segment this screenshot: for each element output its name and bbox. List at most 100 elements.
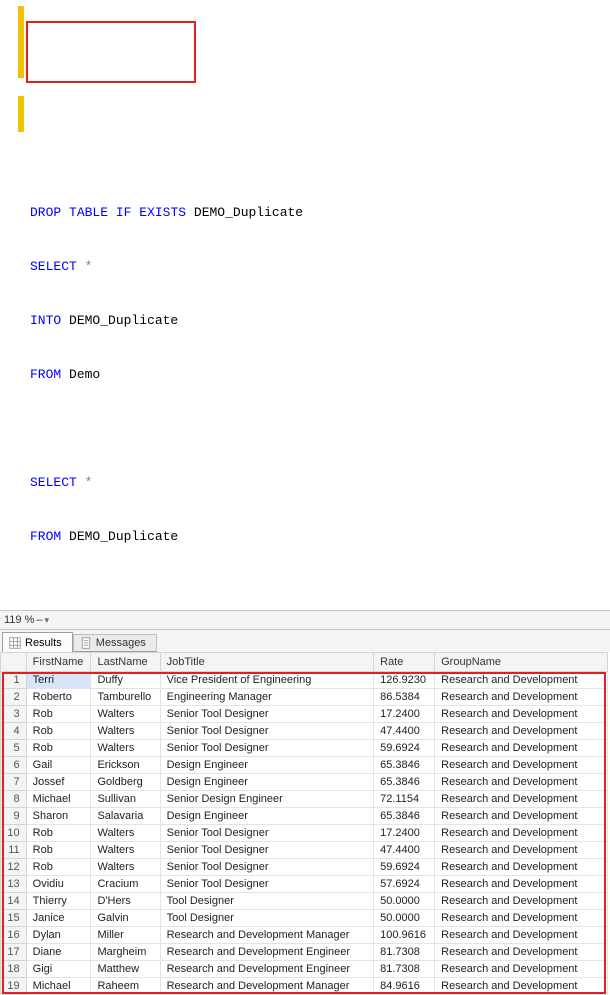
row-number[interactable]: 16 (1, 927, 27, 944)
table-row[interactable]: 14ThierryD'HersTool Designer50.0000Resea… (1, 893, 608, 910)
sql-line-5[interactable] (30, 420, 600, 438)
cell-firstname[interactable]: Gail (26, 757, 91, 774)
cell-lastname[interactable]: Sullivan (91, 791, 160, 808)
cell-firstname[interactable]: Rob (26, 859, 91, 876)
cell-groupname[interactable]: Research and Development (435, 740, 608, 757)
row-number[interactable]: 11 (1, 842, 27, 859)
cell-groupname[interactable]: Research and Development (435, 757, 608, 774)
cell-firstname[interactable]: Jossef (26, 774, 91, 791)
row-number[interactable]: 2 (1, 689, 27, 706)
row-number[interactable]: 6 (1, 757, 27, 774)
cell-rate[interactable]: 81.7308 (374, 961, 435, 978)
cell-jobtitle[interactable]: Vice President of Engineering (160, 672, 374, 689)
cell-groupname[interactable]: Research and Development (435, 808, 608, 825)
cell-firstname[interactable]: Ovidiu (26, 876, 91, 893)
cell-jobtitle[interactable]: Research and Development Engineer (160, 944, 374, 961)
sql-line-2[interactable]: SELECT * (30, 258, 600, 276)
table-row[interactable]: 9SharonSalavariaDesign Engineer65.3846Re… (1, 808, 608, 825)
cell-groupname[interactable]: Research and Development (435, 876, 608, 893)
cell-jobtitle[interactable]: Senior Tool Designer (160, 723, 374, 740)
chevron-down-icon[interactable]: ▾ (45, 615, 50, 626)
row-number[interactable]: 15 (1, 910, 27, 927)
cell-lastname[interactable]: Tamburello (91, 689, 160, 706)
row-number[interactable]: 7 (1, 774, 27, 791)
sql-line-7[interactable]: FROM DEMO_Duplicate (30, 528, 600, 546)
cell-lastname[interactable]: Walters (91, 842, 160, 859)
cell-firstname[interactable]: Rob (26, 706, 91, 723)
cell-rate[interactable]: 81.7308 (374, 944, 435, 961)
table-row[interactable]: 1TerriDuffyVice President of Engineering… (1, 672, 608, 689)
cell-jobtitle[interactable]: Senior Tool Designer (160, 740, 374, 757)
cell-jobtitle[interactable]: Design Engineer (160, 757, 374, 774)
cell-groupname[interactable]: Research and Development (435, 944, 608, 961)
cell-firstname[interactable]: Dylan (26, 927, 91, 944)
sql-line-4[interactable]: FROM Demo (30, 366, 600, 384)
cell-rate[interactable]: 65.3846 (374, 808, 435, 825)
cell-groupname[interactable]: Research and Development (435, 859, 608, 876)
zoom-control[interactable]: 119 % – ▾ (0, 610, 610, 630)
sql-line-3[interactable]: INTO DEMO_Duplicate (30, 312, 600, 330)
cell-rate[interactable]: 72.1154 (374, 791, 435, 808)
cell-lastname[interactable]: Miller (91, 927, 160, 944)
table-row[interactable]: 8MichaelSullivanSenior Design Engineer72… (1, 791, 608, 808)
table-row[interactable]: 4RobWaltersSenior Tool Designer47.4400Re… (1, 723, 608, 740)
row-number[interactable]: 1 (1, 672, 27, 689)
grid-corner[interactable] (1, 653, 27, 672)
cell-jobtitle[interactable]: Tool Designer (160, 910, 374, 927)
cell-groupname[interactable]: Research and Development (435, 825, 608, 842)
table-row[interactable]: 3RobWaltersSenior Tool Designer17.2400Re… (1, 706, 608, 723)
cell-lastname[interactable]: Walters (91, 723, 160, 740)
row-number[interactable]: 12 (1, 859, 27, 876)
cell-groupname[interactable]: Research and Development (435, 961, 608, 978)
row-number[interactable]: 17 (1, 944, 27, 961)
col-header-lastname[interactable]: LastName (91, 653, 160, 672)
cell-firstname[interactable]: Terri (26, 672, 91, 689)
cell-lastname[interactable]: Matthew (91, 961, 160, 978)
cell-jobtitle[interactable]: Senior Tool Designer (160, 706, 374, 723)
cell-groupname[interactable]: Research and Development (435, 927, 608, 944)
col-header-jobtitle[interactable]: JobTitle (160, 653, 374, 672)
cell-firstname[interactable]: Janice (26, 910, 91, 927)
cell-rate[interactable]: 65.3846 (374, 757, 435, 774)
cell-groupname[interactable]: Research and Development (435, 672, 608, 689)
cell-rate[interactable]: 65.3846 (374, 774, 435, 791)
table-row[interactable]: 5RobWaltersSenior Tool Designer59.6924Re… (1, 740, 608, 757)
tab-results[interactable]: Results (2, 632, 73, 652)
cell-jobtitle[interactable]: Research and Development Engineer (160, 961, 374, 978)
cell-rate[interactable]: 47.4400 (374, 723, 435, 740)
col-header-groupname[interactable]: GroupName (435, 653, 608, 672)
table-row[interactable]: 6GailEricksonDesign Engineer65.3846Resea… (1, 757, 608, 774)
sql-editor[interactable]: DROP TABLE IF EXISTS DEMO_Duplicate SELE… (0, 0, 610, 610)
table-row[interactable]: 18GigiMatthewResearch and Development En… (1, 961, 608, 978)
cell-rate[interactable]: 100.9616 (374, 927, 435, 944)
cell-groupname[interactable]: Research and Development (435, 893, 608, 910)
cell-rate[interactable]: 17.2400 (374, 706, 435, 723)
table-row[interactable]: 17DianeMargheimResearch and Development … (1, 944, 608, 961)
row-number[interactable]: 8 (1, 791, 27, 808)
cell-groupname[interactable]: Research and Development (435, 706, 608, 723)
cell-groupname[interactable]: Research and Development (435, 723, 608, 740)
cell-lastname[interactable]: Erickson (91, 757, 160, 774)
cell-rate[interactable]: 50.0000 (374, 910, 435, 927)
cell-firstname[interactable]: Gigi (26, 961, 91, 978)
cell-firstname[interactable]: Rob (26, 842, 91, 859)
row-number[interactable]: 5 (1, 740, 27, 757)
col-header-rate[interactable]: Rate (374, 653, 435, 672)
cell-firstname[interactable]: Diane (26, 944, 91, 961)
cell-rate[interactable]: 59.6924 (374, 740, 435, 757)
row-number[interactable]: 4 (1, 723, 27, 740)
sql-line-6[interactable]: SELECT * (30, 474, 600, 492)
row-number[interactable]: 18 (1, 961, 27, 978)
cell-lastname[interactable]: Walters (91, 859, 160, 876)
table-row[interactable]: 7JossefGoldbergDesign Engineer65.3846Res… (1, 774, 608, 791)
cell-lastname[interactable]: Margheim (91, 944, 160, 961)
cell-lastname[interactable]: Goldberg (91, 774, 160, 791)
cell-rate[interactable]: 17.2400 (374, 825, 435, 842)
row-number[interactable]: 9 (1, 808, 27, 825)
results-grid[interactable]: FirstName LastName JobTitle Rate GroupNa… (0, 652, 608, 995)
cell-groupname[interactable]: Research and Development (435, 791, 608, 808)
cell-jobtitle[interactable]: Design Engineer (160, 808, 374, 825)
table-row[interactable]: 19MichaelRaheemResearch and Development … (1, 978, 608, 995)
cell-jobtitle[interactable]: Engineering Manager (160, 689, 374, 706)
cell-groupname[interactable]: Research and Development (435, 910, 608, 927)
